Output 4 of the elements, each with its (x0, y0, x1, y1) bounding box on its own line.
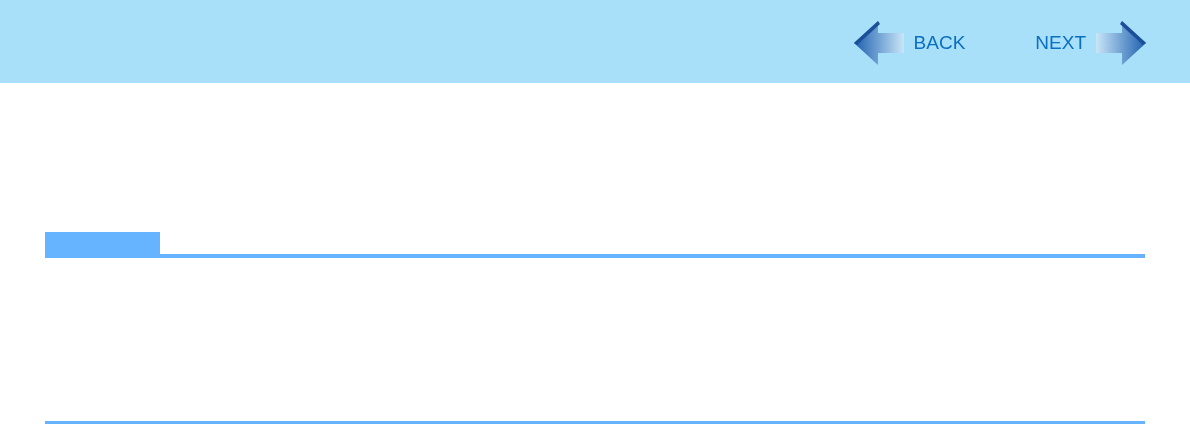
back-link[interactable]: BACK (853, 18, 966, 65)
next-link[interactable]: NEXT (1035, 18, 1146, 65)
arrow-icon (1096, 20, 1146, 65)
arrow-icon (853, 20, 904, 65)
